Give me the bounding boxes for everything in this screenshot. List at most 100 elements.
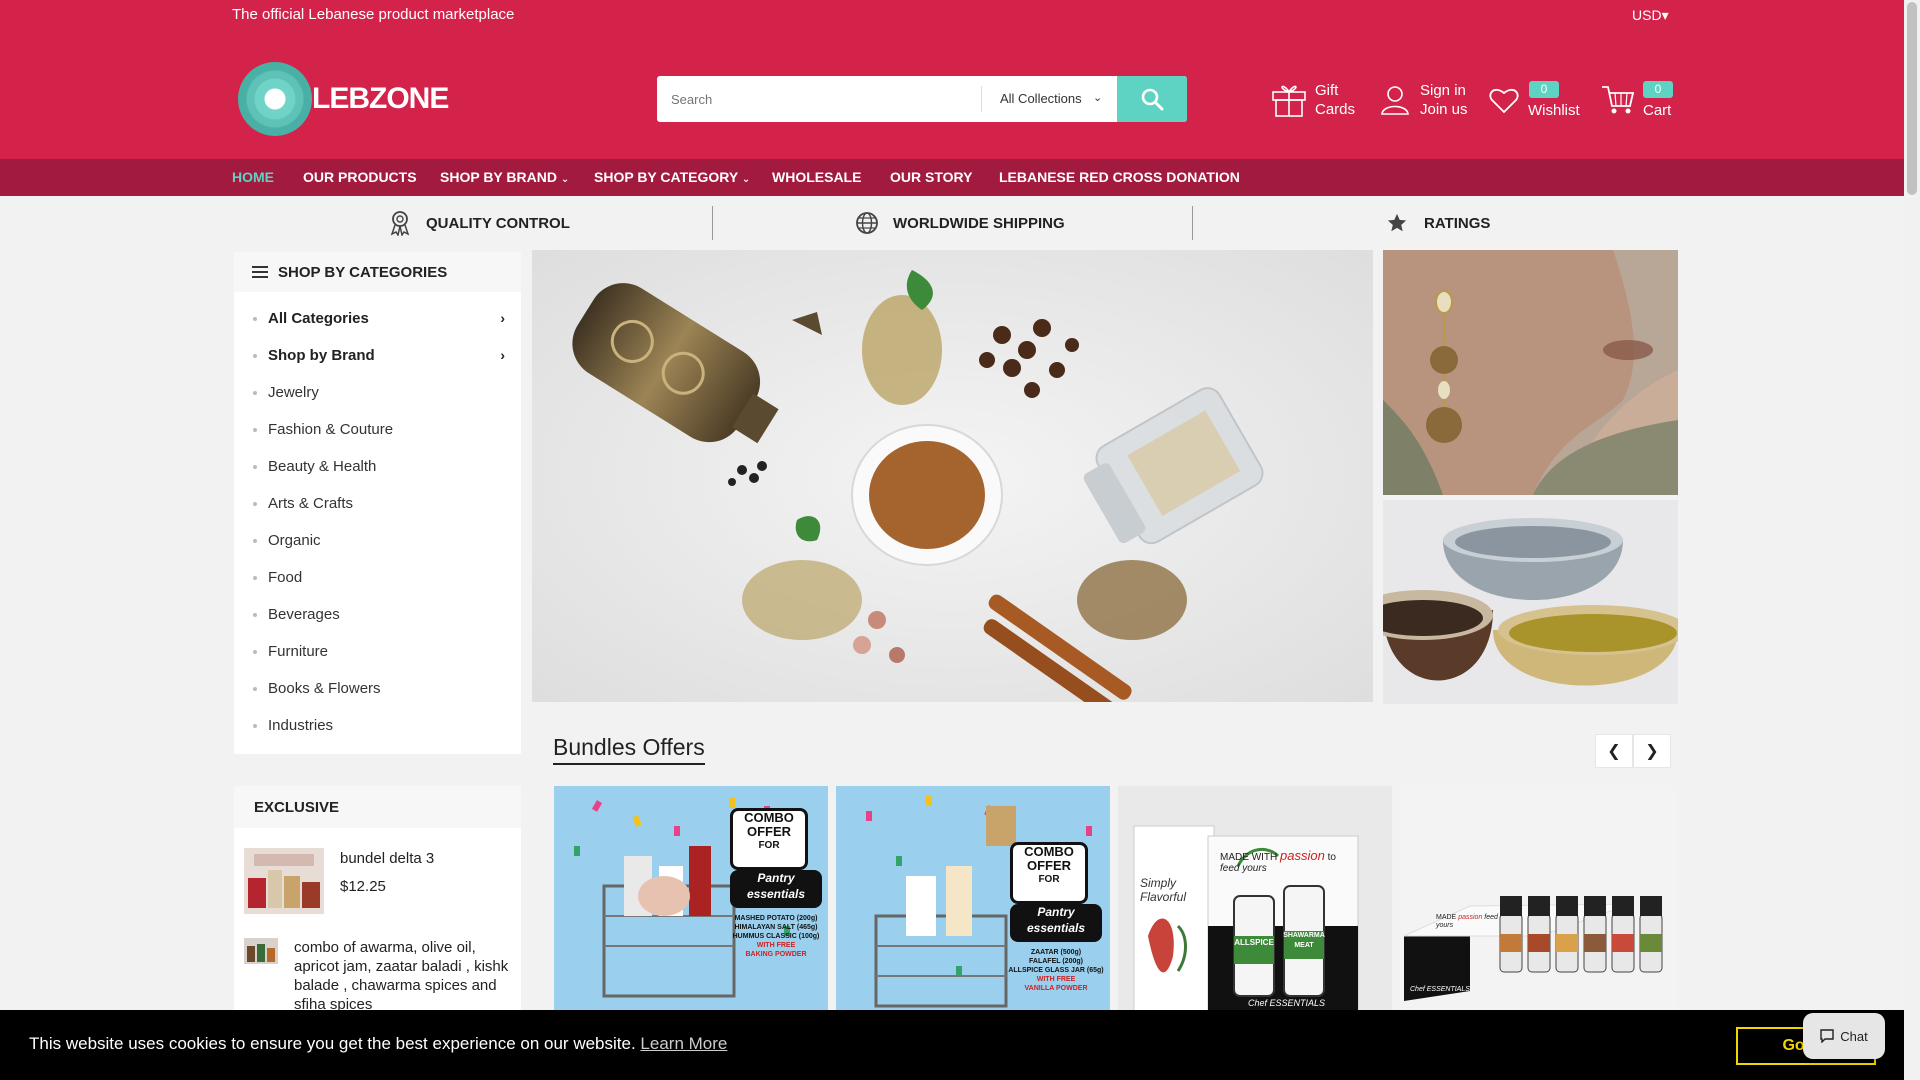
category-item[interactable]: Beverages [234, 596, 521, 633]
learn-more-link[interactable]: Learn More [640, 1034, 727, 1053]
product-thumbnail[interactable] [244, 938, 278, 964]
feature-quality-control: QUALITY CONTROL [388, 200, 570, 246]
product-thumbnail[interactable] [244, 848, 324, 914]
jewelry-banner-image [1383, 250, 1678, 495]
category-item[interactable]: Shop by Brand › [234, 337, 521, 374]
carousel-next-button[interactable]: ❯ [1633, 734, 1671, 768]
logo-text[interactable]: LEBZONE [312, 82, 449, 116]
account-link[interactable]: Sign in Join us [1420, 81, 1468, 119]
currency-selector[interactable]: USD▾ [1632, 7, 1669, 24]
crafts-banner[interactable] [1383, 500, 1678, 704]
nav-shop-by-category[interactable]: SHOP BY CATEGORY ⌄ [594, 169, 750, 185]
category-item[interactable]: Jewelry [234, 374, 521, 411]
award-icon [390, 211, 410, 236]
badge-line: OFFER [1026, 858, 1072, 873]
pantry-essentials-label: Pantry essentials [730, 870, 822, 908]
tagline-word: passion [1280, 848, 1325, 863]
hero-banner[interactable] [532, 250, 1373, 702]
chevron-right-icon: › [500, 310, 505, 326]
exclusive-header: EXCLUSIVE [234, 786, 521, 828]
nav-red-cross-donation[interactable]: LEBANESE RED CROSS DONATION [999, 169, 1240, 185]
tagline: The official Lebanese product marketplac… [232, 6, 515, 23]
bundle-card[interactable]: COMBO OFFER FOR Pantry essentials ZAATAR… [836, 786, 1110, 1016]
cookie-message: This website uses cookies to ensure you … [29, 1034, 727, 1054]
category-item[interactable]: Industries [234, 707, 521, 744]
badge-line: Pantry [757, 871, 795, 885]
box-tagline: MADE WITH passion to feed yours [1220, 848, 1350, 874]
cookie-banner: This website uses cookies to ensure you … [0, 1010, 1904, 1080]
nav-shop-by-category-label: SHOP BY CATEGORY [594, 169, 738, 185]
spices-banner-image [532, 250, 1373, 702]
search-bar: All Collections ⌄ [657, 76, 1187, 122]
search-input[interactable] [671, 76, 991, 122]
category-item[interactable]: Food [234, 559, 521, 596]
bundle-content-line: BAKING POWDER [745, 951, 807, 958]
logo-mark[interactable] [238, 62, 312, 136]
bundle-image [1400, 786, 1676, 1016]
nav-wholesale[interactable]: WHOLESALE [772, 169, 861, 185]
category-label: Shop by Brand [268, 347, 375, 364]
category-item[interactable]: All Categories › [234, 300, 521, 337]
user-icon[interactable] [1380, 84, 1410, 116]
divider [712, 206, 713, 240]
categories-header[interactable]: SHOP BY CATEGORIES [234, 252, 521, 292]
bundle-card[interactable]: COMBO OFFER FOR Pantry essentials MASHED… [554, 786, 828, 1016]
star-icon [1387, 213, 1407, 232]
chat-label: Chat [1840, 1028, 1868, 1044]
heart-icon[interactable] [1489, 86, 1519, 114]
gift-icon[interactable] [1271, 80, 1307, 118]
bundle-content-line: WITH FREE [1036, 976, 1076, 983]
jewelry-banner[interactable] [1383, 250, 1678, 495]
nav-home[interactable]: HOME [232, 169, 274, 185]
join-us-label: Join us [1420, 101, 1468, 118]
crafts-banner-image [1383, 500, 1678, 704]
feature-ratings: RATINGS [1386, 200, 1490, 246]
search-button[interactable] [1117, 76, 1187, 122]
category-item[interactable]: Beauty & Health [234, 448, 521, 485]
chevron-down-icon: ⌄ [741, 174, 751, 185]
exclusive-item-name[interactable]: combo of awarma, olive oil, apricot jam,… [294, 938, 509, 1014]
scrollbar-thumb[interactable] [1907, 2, 1917, 195]
bundle-card[interactable]: MADE passion feed yours Chef ESSENTIALS [1400, 786, 1676, 1016]
box-text-line: MADE [1436, 914, 1457, 921]
nav-shop-by-brand[interactable]: SHOP BY BRAND ⌄ [440, 169, 569, 185]
gift-cards-link[interactable]: Gift Cards [1315, 81, 1355, 119]
category-item[interactable]: Organic [234, 522, 521, 559]
tagline-word: feed yours [1220, 863, 1267, 874]
wishlist-count: 0 [1529, 81, 1559, 98]
chat-button[interactable]: Chat [1803, 1013, 1885, 1059]
bundle-contents: MASHED POTATO (200g) HIMALAYAN SALT (465… [728, 914, 824, 959]
exclusive-item-name[interactable]: bundel delta 3 [340, 850, 434, 867]
category-item[interactable]: Books & Flowers [234, 670, 521, 707]
sign-in-label: Sign in [1420, 82, 1466, 99]
exclusive-item[interactable]: bundel delta 3 $12.25 [244, 848, 514, 918]
carousel-prev-button[interactable]: ❮ [1595, 734, 1633, 768]
bundle-content-line: HUMMUS CLASSIC (100g) [732, 933, 820, 940]
globe-icon [856, 212, 878, 234]
cookie-text: This website uses cookies to ensure you … [29, 1034, 636, 1053]
category-label: All Categories [268, 310, 369, 327]
category-item[interactable]: Fashion & Couture [234, 411, 521, 448]
category-list: All Categories › Shop by Brand › Jewelry F… [234, 292, 521, 744]
nav-our-products[interactable]: OUR PRODUCTS [303, 169, 417, 185]
brand-label: Chef ESSENTIALS [1410, 986, 1470, 993]
collection-select[interactable]: All Collections [1000, 91, 1082, 106]
category-item[interactable]: Arts & Crafts [234, 485, 521, 522]
feature-label: QUALITY CONTROL [426, 214, 570, 232]
cart-label[interactable]: Cart [1643, 101, 1671, 120]
bundle-card[interactable]: Simply Flavorful MADE WITH passion to fe… [1118, 786, 1392, 1016]
bundle-content-line: MASHED POTATO (200g) [734, 915, 818, 922]
search-divider [981, 86, 982, 112]
category-item[interactable]: Furniture [234, 633, 521, 670]
cart-count: 0 [1643, 81, 1673, 98]
bundle-content-line: WITH FREE [756, 942, 796, 949]
badge-line: essentials [1026, 921, 1086, 935]
chevron-down-icon[interactable]: ⌄ [1093, 91, 1102, 104]
nav-shop-by-brand-label: SHOP BY BRAND [440, 169, 557, 185]
gift-cards-line2: Cards [1315, 101, 1356, 118]
divider [1192, 206, 1193, 240]
cart-icon[interactable] [1601, 84, 1635, 116]
bundle-content-line: VANILLA POWDER [1024, 985, 1088, 992]
wishlist-label[interactable]: Wishlist [1528, 101, 1580, 120]
nav-our-story[interactable]: OUR STORY [890, 169, 972, 185]
